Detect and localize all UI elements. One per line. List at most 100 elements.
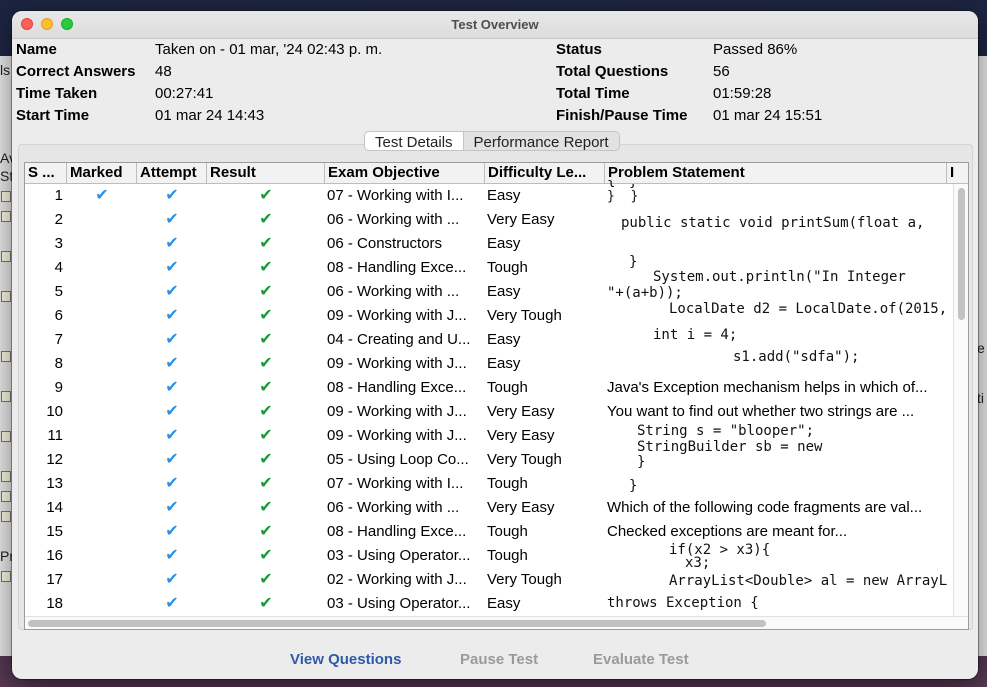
attempt-check-icon: ✔ bbox=[165, 307, 179, 324]
problem-snippet: LocalDate d2 = LocalDate.of(2015, bbox=[669, 301, 947, 317]
problem-snippet: public static void printSum(float a, bbox=[621, 215, 925, 231]
attempt-cell: ✔ bbox=[137, 424, 207, 448]
difficulty-level: Very Easy bbox=[487, 403, 555, 420]
column-header-serial[interactable]: S ... bbox=[25, 163, 67, 183]
column-header-attempt[interactable]: Attempt bbox=[137, 163, 207, 183]
correct-check-icon: ✔ bbox=[259, 283, 273, 300]
file-icon bbox=[1, 191, 11, 202]
tab-performance-report[interactable]: Performance Report bbox=[463, 131, 620, 151]
name-value: Taken on - 01 mar, '24 02:43 p. m. bbox=[155, 41, 383, 58]
correct-check-icon: ✔ bbox=[259, 235, 273, 252]
attempt-cell: ✔ bbox=[137, 496, 207, 520]
problem-text: Checked exceptions are meant for... bbox=[607, 523, 848, 540]
serial-number: 13 bbox=[46, 475, 63, 492]
time-taken-label: Time Taken bbox=[16, 85, 98, 102]
title-bar[interactable]: Test Overview bbox=[12, 11, 978, 39]
finish-time-label: Finish/Pause Time bbox=[556, 107, 688, 124]
problem-snippet: StringBuilder sb = new bbox=[637, 439, 823, 455]
total-time-label: Total Time bbox=[556, 85, 630, 102]
problem-text: You want to find out whether two strings… bbox=[607, 403, 915, 420]
exam-objective: 06 - Working with ... bbox=[327, 283, 460, 300]
attempt-check-icon: ✔ bbox=[165, 283, 179, 300]
difficulty-level: Easy bbox=[487, 235, 521, 252]
exam-objective: 08 - Handling Exce... bbox=[327, 259, 467, 276]
attempt-cell: ✔ bbox=[137, 376, 207, 400]
exam-objective: 09 - Working with J... bbox=[327, 427, 467, 444]
marked-cell: ✔ bbox=[67, 184, 137, 208]
column-header-objective[interactable]: Exam Objective bbox=[325, 163, 485, 183]
result-cell: ✔ bbox=[207, 568, 325, 592]
attempt-cell: ✔ bbox=[137, 184, 207, 208]
marked-cell bbox=[67, 400, 137, 424]
marked-cell bbox=[67, 544, 137, 568]
attempt-cell: ✔ bbox=[137, 232, 207, 256]
file-icon bbox=[1, 351, 11, 362]
time-taken-value: 00:27:41 bbox=[155, 85, 214, 102]
marked-cell bbox=[67, 472, 137, 496]
attempt-check-icon: ✔ bbox=[165, 211, 179, 228]
pause-test-button[interactable]: Pause Test bbox=[460, 651, 538, 668]
problem-snippet: throws Exception { bbox=[607, 595, 759, 611]
exam-objective: 05 - Using Loop Co... bbox=[327, 451, 469, 468]
result-cell: ✔ bbox=[207, 472, 325, 496]
serial-number: 3 bbox=[54, 235, 63, 252]
serial-number: 15 bbox=[46, 523, 63, 540]
attempt-check-icon: ✔ bbox=[165, 331, 179, 348]
serial-number: 12 bbox=[46, 451, 63, 468]
horizontal-scrollbar[interactable] bbox=[25, 616, 968, 629]
evaluate-test-button[interactable]: Evaluate Test bbox=[593, 651, 689, 668]
horizontal-scroll-thumb[interactable] bbox=[28, 620, 766, 627]
file-icon bbox=[1, 431, 11, 442]
serial-number: 14 bbox=[46, 499, 63, 516]
serial-number: 2 bbox=[54, 211, 63, 228]
correct-check-icon: ✔ bbox=[259, 307, 273, 324]
file-icon bbox=[1, 251, 11, 262]
vertical-scroll-thumb[interactable] bbox=[958, 188, 965, 320]
attempt-check-icon: ✔ bbox=[165, 475, 179, 492]
attempt-check-icon: ✔ bbox=[165, 499, 179, 516]
exam-objective: 09 - Working with J... bbox=[327, 307, 467, 324]
total-questions-label: Total Questions bbox=[556, 63, 669, 80]
result-cell: ✔ bbox=[207, 520, 325, 544]
column-header-marked[interactable]: Marked bbox=[67, 163, 137, 183]
result-cell: ✔ bbox=[207, 592, 325, 616]
finish-time-value: 01 mar 24 15:51 bbox=[713, 107, 823, 124]
difficulty-level: Tough bbox=[487, 259, 528, 276]
serial-number: 6 bbox=[54, 307, 63, 324]
serial-number: 4 bbox=[54, 259, 63, 276]
difficulty-level: Very Easy bbox=[487, 499, 555, 516]
result-cell: ✔ bbox=[207, 376, 325, 400]
marked-cell bbox=[67, 352, 137, 376]
result-cell: ✔ bbox=[207, 352, 325, 376]
difficulty-level: Tough bbox=[487, 379, 528, 396]
correct-check-icon: ✔ bbox=[259, 259, 273, 276]
problem-snippet: String s = "blooper"; bbox=[637, 423, 815, 439]
status-value: Passed 86% bbox=[713, 41, 798, 58]
attempt-cell: ✔ bbox=[137, 304, 207, 328]
problem-snippet: } bbox=[637, 454, 646, 470]
result-cell: ✔ bbox=[207, 328, 325, 352]
exam-objective: 04 - Creating and U... bbox=[327, 331, 471, 348]
column-header-difficulty[interactable]: Difficulty Le... bbox=[485, 163, 605, 183]
problem-snippet: } bbox=[629, 254, 638, 270]
attempt-check-icon: ✔ bbox=[165, 379, 179, 396]
marked-cell bbox=[67, 424, 137, 448]
correct-answers-value: 48 bbox=[155, 63, 172, 80]
attempt-cell: ✔ bbox=[137, 208, 207, 232]
view-questions-button[interactable]: View Questions bbox=[290, 651, 401, 668]
tab-test-details[interactable]: Test Details bbox=[364, 131, 464, 151]
exam-objective: 06 - Working with ... bbox=[327, 499, 460, 516]
column-header-extra[interactable]: I bbox=[947, 163, 968, 183]
attempt-cell: ✔ bbox=[137, 328, 207, 352]
attempt-cell: ✔ bbox=[137, 520, 207, 544]
marked-cell bbox=[67, 448, 137, 472]
exam-objective: 07 - Working with I... bbox=[327, 187, 464, 204]
start-time-label: Start Time bbox=[16, 107, 90, 124]
column-header-problem[interactable]: Problem Statement bbox=[605, 163, 947, 183]
problem-snippet: System.out.println("In Integer bbox=[653, 269, 906, 285]
tab-content-panel: S ... Marked Attempt Result Exam Objecti… bbox=[18, 144, 973, 630]
bg-fragment: ti bbox=[977, 390, 984, 406]
marked-cell bbox=[67, 232, 137, 256]
column-header-result[interactable]: Result bbox=[207, 163, 325, 183]
vertical-scrollbar[interactable] bbox=[953, 184, 968, 617]
